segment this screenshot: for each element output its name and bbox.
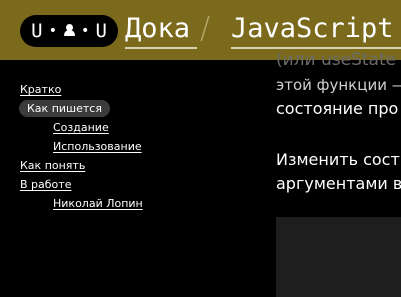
logo-face-icon [63,24,75,38]
paragraph-2-line-2: аргументами в [276,174,401,193]
toc-item-kak-ponyat[interactable]: Как понять [20,156,270,175]
breadcrumb-separator: / [200,11,211,46]
toc-item-v-rabote[interactable]: В работе [20,175,270,194]
logo-letter-left: U [31,19,43,42]
paragraph-1: этой функции — состояние про [276,73,401,121]
article-toc: Кратко Как пишется Создание Использовани… [19,80,270,213]
logo-dot-icon: • [81,23,90,39]
cut-off-text-line: (или useState [276,50,397,70]
toc-item-author[interactable]: Николай Лопин [20,194,270,213]
paragraph-2: Изменить сост аргументами в [276,148,401,196]
logo-button[interactable]: U • • U [20,15,118,47]
paragraph-1-line-1: этой функции — [276,76,401,94]
toc-item-kak-pishetsya[interactable]: Как пишется [19,100,110,117]
logo-letter-right: U [95,19,107,42]
breadcrumb-section-link[interactable]: JavaScript [231,11,394,47]
toc-item-kratko[interactable]: Кратко [20,80,270,99]
breadcrumb-section-underline [231,47,401,49]
paragraph-1-line-2: состояние про [276,99,399,118]
logo-dot-icon: • [48,23,57,39]
paragraph-2-line-1: Изменить сост [276,150,400,169]
toc-item-sozdanie[interactable]: Создание [20,118,270,137]
toc-item-ispolzovanie[interactable]: Использование [20,137,270,156]
breadcrumb-home-underline [125,47,197,49]
breadcrumb-home-link[interactable]: Дока [125,11,190,47]
code-block [276,217,401,297]
